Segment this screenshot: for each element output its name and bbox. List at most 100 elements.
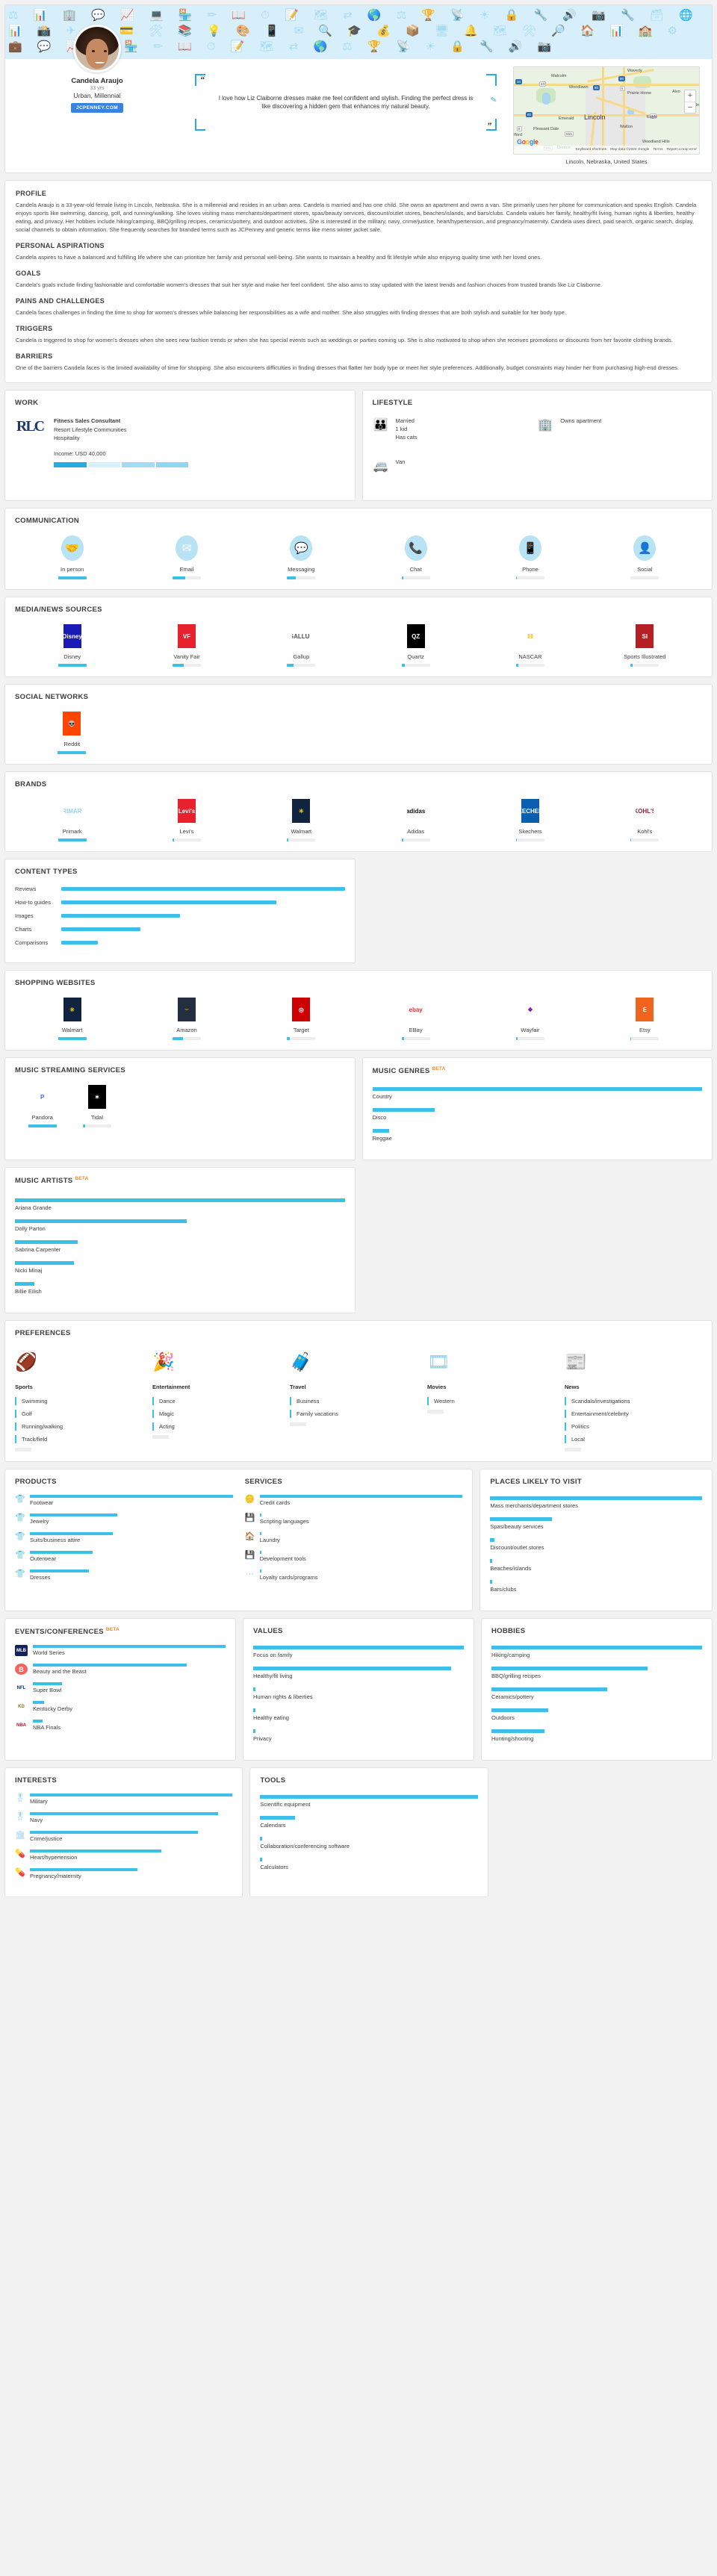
dots-icon: ⋯ [245,1569,254,1579]
communication-item[interactable]: ✉ Email [129,535,243,579]
affinity-bar [287,1037,316,1040]
shopping-site-label: Target [293,1027,309,1033]
affinity-bar [33,1682,226,1686]
interest-row: 🎖 Military [15,1793,233,1805]
brand-item[interactable]: ✳ Walmart [244,799,358,841]
media-logo: GALLUP [292,624,311,648]
persona-site-badge[interactable]: JCPENNEY.COM [70,103,124,113]
map-label: Prairie Home [627,91,652,96]
interests-title: INTERESTS [15,1776,58,1785]
products-list: 👕 Footwear 👕 Jewelry 👕 Suits/business at… [15,1495,233,1581]
preference-heading: Movies [427,1384,447,1391]
shopping-site-item[interactable]: ✳ Walmart [15,998,129,1040]
services-list: 🪙 Credit cards 💾 Scripting languages 🏠 L… [245,1495,463,1581]
media-item[interactable]: QZ Quartz [358,624,473,667]
communication-item[interactable]: 📱 Phone [473,535,587,579]
hobby-label: Ceramics/pottery [491,1693,534,1701]
shopping-site-item[interactable]: ⌣ Amazon [129,998,243,1040]
map[interactable]: 34 34 80 80 6 80 6 55A 103 34 Malcolm Wo… [513,66,700,155]
family-icon: 👪 [373,419,388,432]
music-artist-label: Sabrina Carpenter [15,1246,61,1254]
map-keyboard-shortcuts[interactable]: Keyboard shortcuts [576,148,606,152]
affinity-bar [61,927,345,931]
communication-item[interactable]: 🤝 In person [15,535,129,579]
music-service-item[interactable]: P Pandora [15,1085,69,1127]
value-row: Focus on family [253,1646,464,1658]
music-service-item[interactable]: ✶ Tidal [69,1085,124,1127]
lifestyle-line: Married [395,417,415,424]
preference-placeholder [427,1410,444,1414]
affinity-bar [15,1261,345,1266]
section-body-triggers: Candela is triggered to shop for women's… [16,337,673,343]
lifestyle-item: 👪 Married 1 kid Has cats [373,417,538,441]
affinity-bar [30,1812,232,1816]
hobbies-title: HOBBIES [491,1627,526,1636]
shopping-site-item[interactable]: E Etsy [588,998,702,1040]
brand-item[interactable]: Levi's Levi's [129,799,243,841]
value-label: Human rights & liberties [253,1693,313,1701]
shopping-site-item[interactable]: ❖ Wayfair [473,998,587,1040]
communication-item[interactable]: 📞 Chat [358,535,473,579]
communication-item[interactable]: 👤 Social [588,535,702,579]
house-icon: 🏠 [244,1532,255,1542]
affinity-bar [490,1517,702,1522]
events-list: MLB World Series B Beauty and the Beast … [15,1645,226,1732]
value-label: Privacy [253,1735,272,1743]
map-report-error-link[interactable]: Report a map error [666,148,697,152]
social-networks-row: 👽 Reddit [15,712,702,754]
social-network-item[interactable]: 👽 Reddit [15,712,129,754]
event-row: KD Kentucky Derby [15,1701,226,1713]
quote-close-mark: ” [487,121,491,131]
media-item[interactable]: GALLUP Gallup [244,624,358,667]
event-label: Beauty and the Beast [33,1668,87,1676]
hobbies-card: HOBBIES Hiking/camping BBQ/grilling reci… [481,1618,713,1761]
brand-item[interactable]: KOHL'S Kohl's [588,799,702,841]
content-type-label: Images [15,912,34,919]
map-attribution: Keyboard shortcuts Map data ©2024 Google… [514,146,699,154]
music-streaming-card: MUSIC STREAMING SERVICES P Pandora ✶ Tid… [4,1057,356,1161]
affinity-bar [30,1551,233,1555]
shirt-icon: 👕 [15,1532,25,1542]
affinity-bar [30,1513,233,1517]
preference-column: 🧳 Travel Business Family vacations [290,1348,427,1452]
products-services-card: PRODUCTS 👕 Footwear 👕 Jewelry 👕 Suits/bu… [4,1469,474,1612]
media-item[interactable]: ‖‖ NASCAR [473,624,587,667]
preference-column: 📰 News Scandals/investigations Entertainm… [565,1348,702,1452]
places-list: Mass merchants/department stores Spas/be… [490,1496,702,1593]
brand-item[interactable]: SKECHERS Skechers [473,799,587,841]
section-heading-goals: GOALS [16,270,41,277]
affinity-bar [515,664,544,667]
affinity-bar [58,751,87,754]
affinity-bar [15,1282,345,1287]
shopping-site-item[interactable]: ebay EBay [358,998,473,1040]
lifestyle-item: 🚐 Van [373,458,538,474]
map-zoom-controls[interactable]: + − [684,90,696,113]
preference-placeholder [565,1448,581,1452]
affinity-bar [491,1667,702,1671]
brand-label: Kohl's [637,828,653,835]
communication-item[interactable]: 💬 Messaging [244,535,358,579]
shopping-site-logo: ◎ [292,998,311,1021]
affinity-bar [30,1868,232,1872]
map-zoom-out-button[interactable]: − [685,102,695,113]
brand-item[interactable]: PRIMARK Primark [15,799,129,841]
affinity-bar [33,1664,226,1667]
event-row: NFL Super Bowl [15,1682,226,1694]
preference-heading: Travel [290,1384,306,1391]
media-label: Vanity Fair [173,653,200,660]
edit-pencil-icon[interactable]: ✎ [490,96,497,105]
affinity-bar [61,900,345,904]
affinity-bar [515,576,544,579]
brand-item[interactable]: adidas Adidas [358,799,473,841]
preference-heading: Entertainment [152,1384,190,1391]
media-item[interactable]: SI Sports Illustrated [588,624,702,667]
map-zoom-in-button[interactable]: + [685,90,695,102]
media-item[interactable]: Disney Disney [15,624,129,667]
hobby-row: BBQ/grilling recipes [491,1667,702,1679]
section-body-profile: Candela Araujo is a 33-year-old female l… [16,202,697,233]
media-item[interactable]: VF Vanity Fair [129,624,243,667]
apartment-icon: 🏢 [538,419,553,432]
shopping-site-item[interactable]: ◎ Target [244,998,358,1040]
map-terms-link[interactable]: Terms [653,148,662,152]
lifestyle-line: Owns apartment [560,417,602,424]
